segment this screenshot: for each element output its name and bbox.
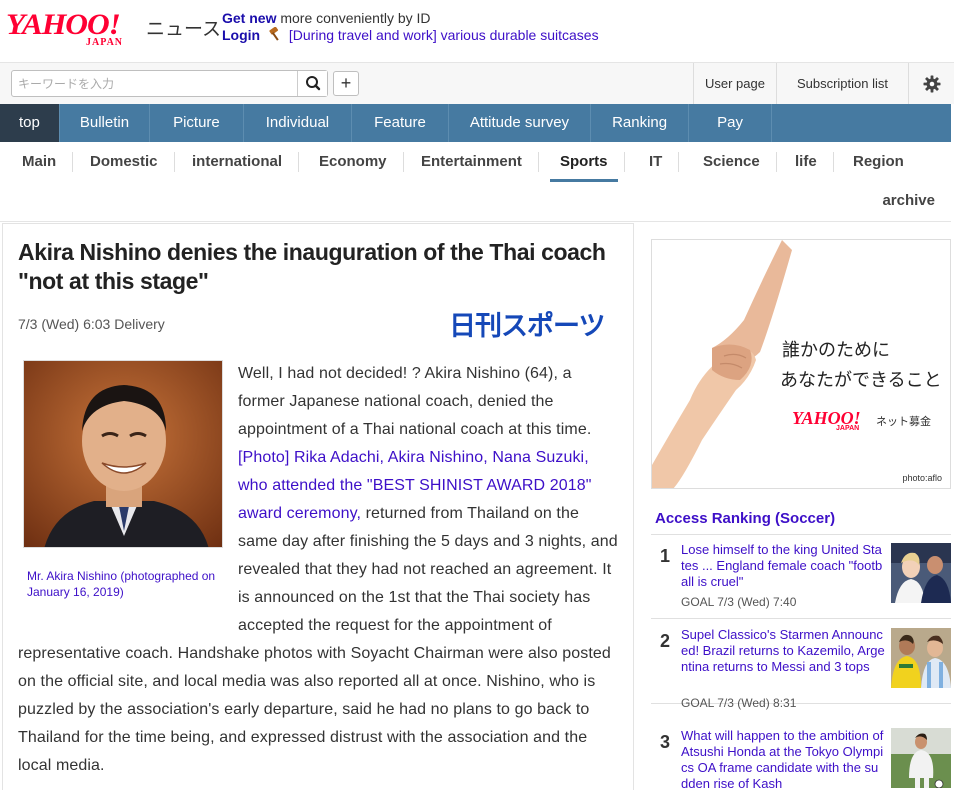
category-international[interactable]: international (176, 152, 300, 172)
header: YAHOO! JAPAN ニュース Get new more convenien… (0, 0, 954, 62)
category-nav: Main Domestic international Economy Ente… (0, 142, 951, 222)
category-science[interactable]: Science (687, 152, 777, 172)
tab-attitude-survey[interactable]: Attitude survey (449, 104, 592, 142)
rank-thumbnail[interactable] (891, 628, 951, 688)
category-entertainment[interactable]: Entertainment (405, 152, 539, 172)
ad-brand-sub: JAPAN (836, 425, 860, 432)
search-bar: + User page Subscription list (0, 62, 954, 105)
gear-icon (923, 75, 940, 93)
tab-individual[interactable]: Individual (244, 104, 353, 142)
ranking-item[interactable]: 3 What will happen to the ambition of At… (651, 704, 951, 792)
article: Akira Nishino denies the inauguration of… (2, 223, 634, 790)
rank-number: 1 (660, 546, 671, 566)
tab-ranking[interactable]: Ranking (591, 104, 690, 142)
article-photo-block: Mr. Akira Nishino (photographed on Janua… (23, 360, 223, 600)
source-logo-text: 日刊スポーツ (449, 311, 604, 340)
logo-text: YAHOO! (6, 8, 121, 41)
tab-bulletin[interactable]: Bulletin (60, 104, 151, 142)
soccer-photo-2 (891, 628, 951, 688)
rank-thumbnail[interactable] (891, 728, 951, 788)
tab-feature[interactable]: Feature (352, 104, 449, 142)
tab-top[interactable]: top (0, 104, 60, 142)
add-button[interactable]: + (333, 71, 359, 96)
category-main[interactable]: Main (6, 152, 74, 172)
ranking-title[interactable]: Access Ranking (Soccer) (655, 510, 835, 527)
promo-area: Get new more conveniently by ID Login [D… (222, 10, 599, 44)
advertisement[interactable]: 誰かのために あなたができること YAHOO! JAPAN ネット募金 phot… (651, 239, 951, 489)
rank-title[interactable]: What will happen to the ambition of Atsu… (681, 728, 885, 792)
yahoo-japan-logo[interactable]: YAHOO! JAPAN (6, 10, 144, 49)
rank-title[interactable]: Lose himself to the king United States .… (681, 542, 885, 590)
promo-suitcase-link[interactable]: [During travel and work] various durable… (289, 27, 599, 43)
ranking-item[interactable]: 1 Lose himself to the king United States… (651, 534, 951, 619)
get-new-text: more conveniently by ID (280, 10, 431, 26)
nikkan-sports-logo[interactable]: 日刊スポーツ (449, 308, 621, 340)
search-button[interactable] (297, 71, 327, 96)
search-box (11, 70, 328, 97)
category-life[interactable]: life (779, 152, 834, 172)
ad-line-1: 誰かのために (782, 340, 890, 361)
settings-button[interactable] (908, 63, 954, 105)
subscription-list-link[interactable]: Subscription list (775, 63, 908, 105)
category-region[interactable]: Region (837, 152, 920, 172)
ranking-item[interactable]: 2 Supel Classico's Starmen Announced! Br… (651, 619, 951, 710)
user-page-link[interactable]: User page (692, 63, 776, 105)
archive-link[interactable]: archive (882, 192, 935, 209)
rank-title[interactable]: Supel Classico's Starmen Announced! Braz… (681, 627, 885, 675)
soccer-photo-1 (891, 543, 951, 603)
ad-line-2: あなたができること (780, 370, 942, 391)
article-intro: Well, I had not decided! ? Akira Nishino… (238, 365, 592, 438)
hammer-icon (269, 27, 279, 41)
search-input[interactable] (12, 71, 297, 96)
util-links: User page Subscription list (692, 63, 954, 105)
ad-photo-credit: photo:aflo (900, 472, 944, 484)
portrait-image (24, 361, 222, 547)
article-date: 7/3 (Wed) 6:03 Delivery (18, 316, 165, 332)
rank-number: 2 (660, 631, 671, 651)
ad-brand-service: ネット募金 (876, 416, 931, 428)
rank-meta: GOAL 7/3 (Wed) 7:40 (681, 595, 797, 609)
login-link[interactable]: Login (222, 27, 260, 43)
category-economy[interactable]: Economy (303, 152, 404, 172)
service-name[interactable]: ニュース (146, 14, 221, 41)
category-it[interactable]: IT (633, 152, 680, 172)
category-sports[interactable]: Sports (544, 152, 625, 182)
search-icon (306, 76, 321, 91)
tab-pay[interactable]: Pay (689, 104, 772, 142)
get-new-link[interactable]: Get new (222, 10, 276, 26)
article-title: Akira Nishino denies the inauguration of… (18, 239, 606, 294)
soccer-photo-3 (891, 728, 951, 788)
photo-caption[interactable]: Mr. Akira Nishino (photographed on Janua… (23, 568, 223, 600)
hands-image (652, 240, 950, 488)
logo-sub: JAPAN (86, 37, 124, 48)
main-nav: top Bulletin Picture Individual Feature … (0, 104, 951, 142)
rank-number: 3 (660, 732, 671, 752)
rank-thumbnail[interactable] (891, 543, 951, 603)
category-domestic[interactable]: Domestic (74, 152, 175, 172)
tab-picture[interactable]: Picture (150, 104, 244, 142)
article-photo[interactable] (23, 360, 223, 548)
